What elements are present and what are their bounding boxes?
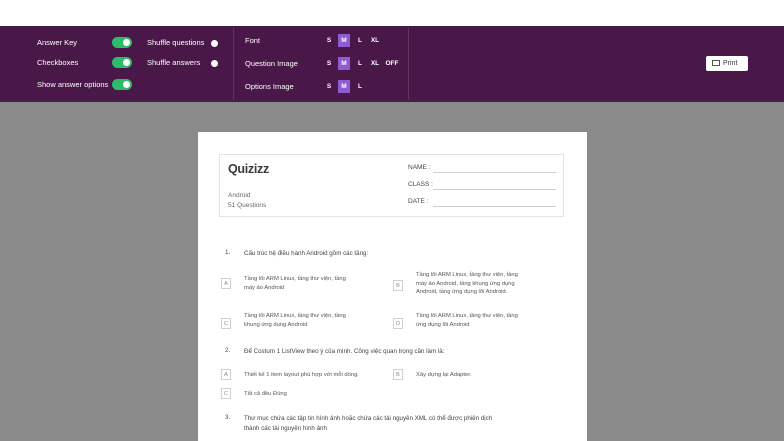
option-text: Tầng lõi ARM Linux, tầng thư viện, tầng …: [416, 312, 518, 329]
toggle-knob: [123, 81, 130, 88]
font-size-s[interactable]: S: [323, 34, 335, 47]
option-line: ứng dụng lõi Android: [416, 321, 470, 328]
option-line: Android, tầng ứng dụng lõi Android.: [416, 289, 508, 295]
option-letter: A: [221, 369, 231, 380]
question-text: Cấu trúc hệ điều hành Android gồm các tầ…: [244, 250, 369, 257]
answer-key-toggle[interactable]: [112, 37, 132, 48]
question-image-m[interactable]: M: [338, 57, 350, 70]
checkboxes-label: Checkboxes: [37, 58, 79, 67]
top-margin: [0, 0, 784, 26]
question-number: 1.: [225, 249, 231, 256]
toggle-knob: [123, 59, 130, 66]
question-image-label: Question Image: [245, 59, 298, 68]
shuffle-answers-label: Shuffle answers: [147, 58, 201, 67]
show-answer-options-toggle[interactable]: [112, 79, 132, 90]
option-letter: B: [393, 280, 403, 291]
worksheet-header: Quizizz Android 51 Questions NAME : CLAS…: [219, 154, 564, 217]
subject-title: Android: [228, 192, 251, 199]
option-text: Tầng lõi ARM Linux, tầng thư viện, tầng …: [416, 271, 518, 297]
class-line: [433, 189, 556, 190]
show-answer-options-label: Show answer options: [37, 80, 109, 89]
shuffle-answers-toggle[interactable]: [211, 60, 218, 67]
class-field: CLASS :: [408, 181, 556, 190]
question-text: Thư mục chứa các tập tin hình ảnh hoặc c…: [244, 415, 493, 422]
name-label: NAME :: [408, 164, 431, 171]
option-letter: D: [393, 318, 403, 329]
option-line: Tầng lõi ARM Linux, tầng thư viện, tầng: [244, 313, 346, 319]
option-text: Tầng lõi ARM Linux, tầng thư viện, tầng …: [244, 275, 346, 292]
option-letter: A: [221, 278, 231, 289]
option-text: Tầng lõi ARM Linux, tầng thư viện, tầng …: [244, 312, 346, 329]
question-image-l[interactable]: L: [354, 57, 366, 70]
option-line: Tầng lõi ARM Linux, tầng thư viện, tầng: [416, 272, 518, 278]
question-image-off[interactable]: OFF: [384, 57, 400, 70]
option-text: Tất cả đều Đúng: [244, 391, 287, 397]
option-line: khung ứng dụng Android: [244, 321, 308, 328]
question-text-cont: thành các tài nguyên hình ảnh: [244, 425, 327, 432]
question-image-xl[interactable]: XL: [369, 57, 381, 70]
font-label: Font: [245, 36, 261, 45]
option-letter: C: [221, 318, 231, 329]
question-number: 3.: [225, 414, 231, 421]
date-label: DATE :: [408, 198, 429, 205]
option-line: Tầng lõi ARM Linux, tầng thư viện, tầng: [416, 313, 518, 319]
font-size-m[interactable]: M: [338, 34, 350, 47]
worksheet-page: Quizizz Android 51 Questions NAME : CLAS…: [198, 132, 587, 441]
shuffle-questions-toggle[interactable]: [211, 40, 218, 47]
question-count: 51 Questions: [228, 202, 267, 209]
print-button[interactable]: Print: [706, 56, 748, 71]
question-image-s[interactable]: S: [323, 57, 335, 70]
option-letter: C: [221, 388, 231, 399]
font-size-xl[interactable]: XL: [369, 34, 381, 47]
question-text: Để Costum 1 ListView theo ý của mình. Cô…: [244, 348, 445, 355]
answer-key-label: Answer Key: [37, 38, 78, 47]
option-line: Tầng lõi ARM Linux, tầng thư viện, tầng: [244, 276, 346, 282]
printer-icon: [712, 60, 720, 66]
option-letter: B: [393, 369, 403, 380]
print-label: Print: [723, 60, 738, 67]
toolbar-divider: [233, 28, 234, 100]
options-image-l[interactable]: L: [354, 80, 366, 93]
option-text: Thiết kế 1 item layout phù hợp với mỗi d…: [244, 372, 359, 378]
toolbar-divider: [408, 28, 409, 100]
font-size-l[interactable]: L: [354, 34, 366, 47]
settings-toolbar: Answer Key Checkboxes Show answer option…: [0, 26, 784, 102]
date-line: [433, 206, 556, 207]
date-field: DATE :: [408, 198, 556, 207]
name-line: [433, 172, 556, 173]
question-number: 2.: [225, 347, 231, 354]
options-image-m[interactable]: M: [338, 80, 350, 93]
shuffle-questions-label: Shuffle questions: [147, 38, 205, 47]
name-field: NAME :: [408, 164, 556, 173]
option-line: máy ảo Android: [244, 284, 285, 291]
checkboxes-toggle[interactable]: [112, 57, 132, 68]
option-line: máy ảo Android, tầng khung ứng dụng: [416, 280, 515, 287]
options-image-label: Options Image: [245, 82, 294, 91]
options-image-s[interactable]: S: [323, 80, 335, 93]
toggle-knob: [123, 39, 130, 46]
option-text: Xây dựng lại Adapter.: [416, 372, 472, 378]
quizizz-logo: Quizizz: [228, 162, 269, 176]
class-label: CLASS :: [408, 181, 433, 188]
